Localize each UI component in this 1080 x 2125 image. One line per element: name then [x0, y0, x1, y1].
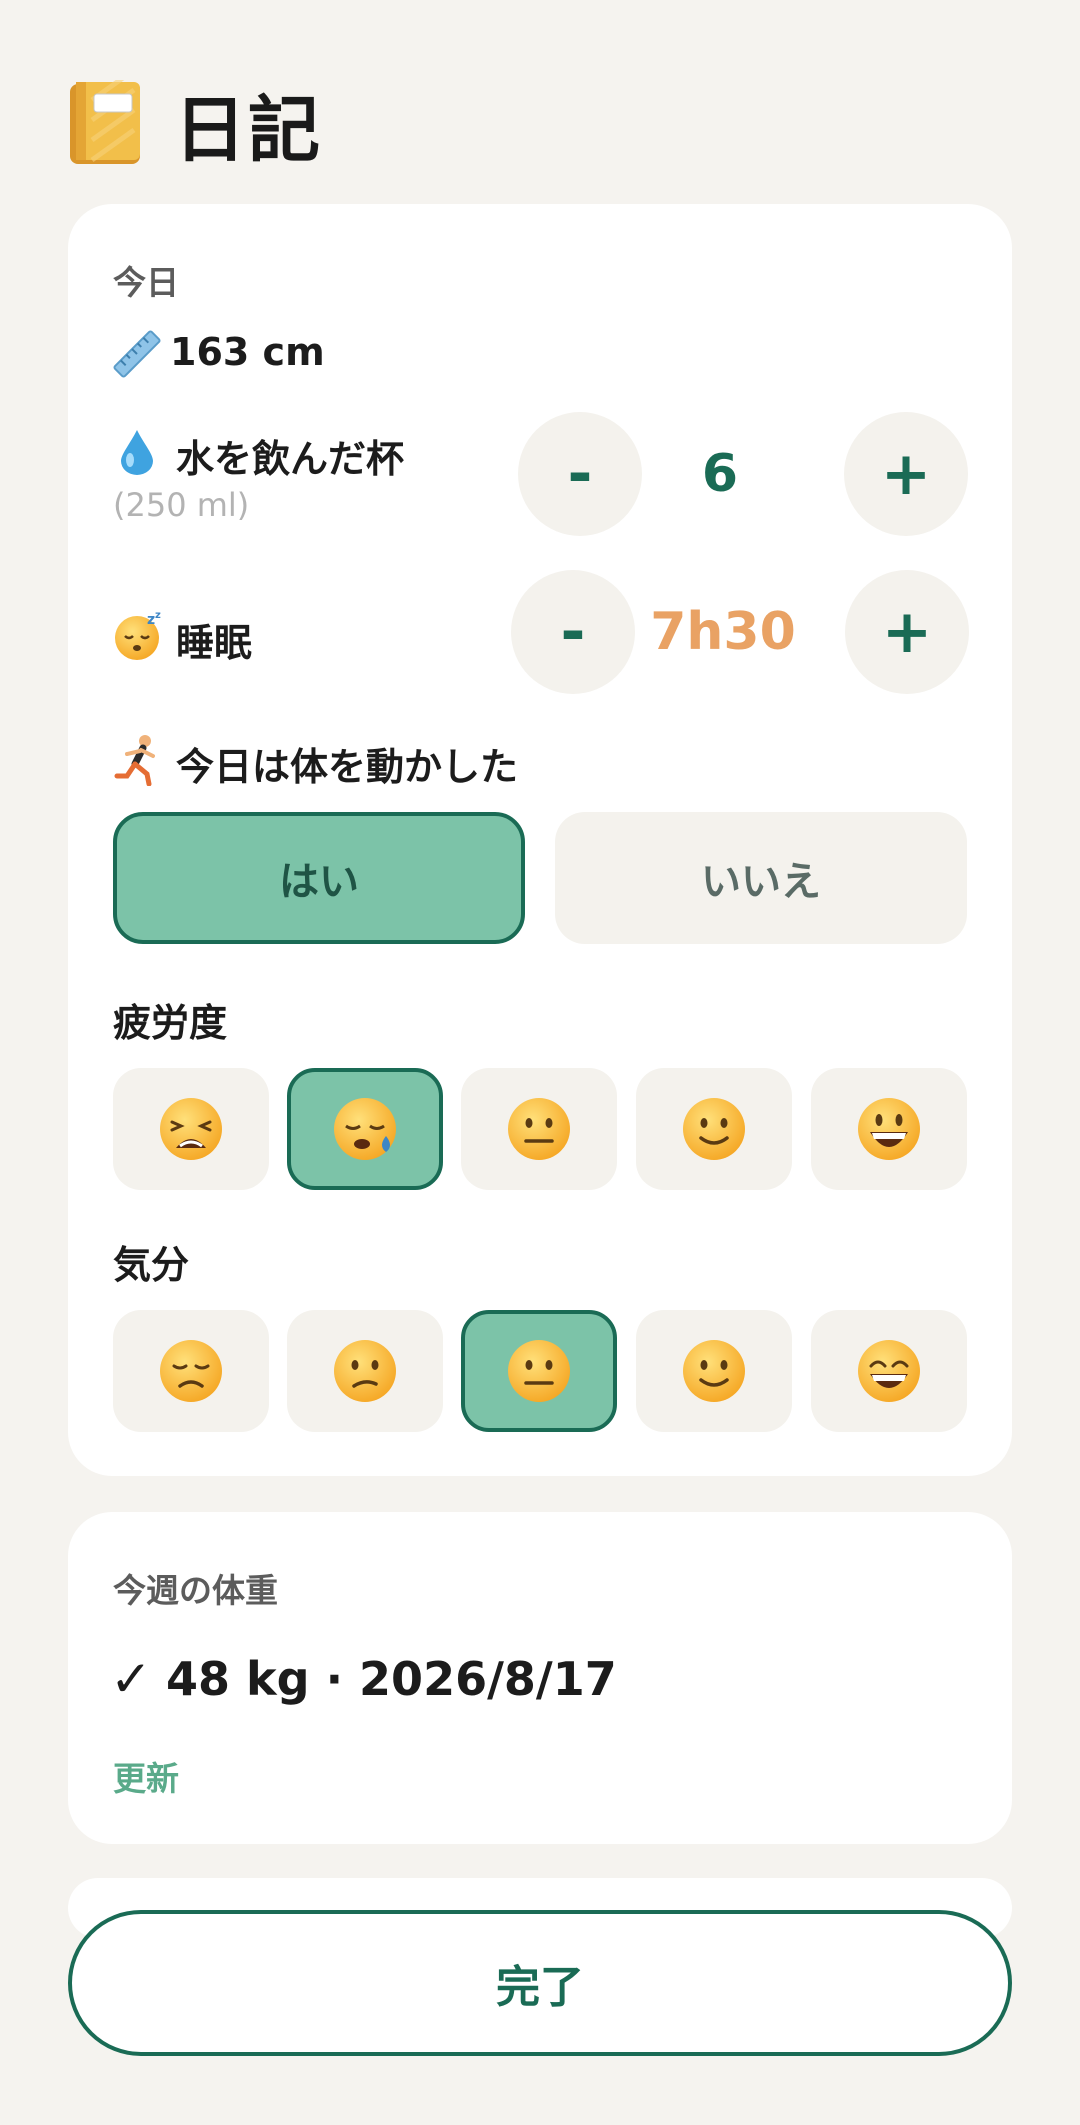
done-button[interactable]: 完了 [68, 1910, 1012, 2056]
checkmark-icon: ✓ [110, 1650, 152, 1708]
page-header: 日記 [68, 67, 322, 172]
weekly-weight-card: 今週の体重 ✓ 48 kg · 2026/8/17 更新 [68, 1512, 1012, 1844]
today-section-label: 今日 [113, 263, 179, 302]
confused-face-icon [334, 1340, 396, 1402]
fatigue-option-5[interactable] [811, 1068, 967, 1190]
height-value: 163 cm [170, 330, 325, 374]
neutral-face-icon [508, 1340, 570, 1402]
svg-text:z: z [147, 612, 155, 628]
slightly-smiling-face-icon [683, 1098, 745, 1160]
water-increment-button[interactable]: + [844, 412, 968, 536]
water-label: 水を飲んだ杯 [176, 437, 405, 481]
mood-options [113, 1310, 967, 1432]
exercise-label: 今日は体を動かした [176, 745, 519, 789]
neutral-face-icon [508, 1098, 570, 1160]
runner-icon [113, 734, 163, 787]
sleeping-face-icon: z z [113, 610, 165, 662]
sleep-label: 睡眠 [176, 621, 253, 665]
weary-face-icon [160, 1098, 222, 1160]
sleep-decrement-button[interactable]: - [511, 570, 635, 694]
mood-option-5[interactable] [811, 1310, 967, 1432]
water-sublabel: (250 ml) [113, 486, 250, 524]
grinning-face-icon [858, 1098, 920, 1160]
today-card: 今日 163 cm 水を飲んだ杯 (250 ml) - 6 + z z 睡眠 -… [68, 204, 1012, 1476]
ruler-icon [113, 330, 161, 378]
sleep-increment-button[interactable]: + [845, 570, 969, 694]
update-weight-link[interactable]: 更新 [113, 1752, 179, 1800]
fatigue-options [113, 1068, 967, 1190]
page-title: 日記 [174, 87, 323, 172]
disappointed-face-icon [160, 1340, 222, 1402]
exercise-yes-button[interactable]: はい [113, 812, 525, 944]
water-count-value: 6 [701, 444, 739, 504]
mood-label: 気分 [113, 1243, 190, 1287]
droplet-icon [118, 428, 156, 476]
svg-text:z: z [155, 610, 161, 621]
fatigue-option-1[interactable] [113, 1068, 269, 1190]
mood-option-2[interactable] [287, 1310, 443, 1432]
mood-option-4[interactable] [636, 1310, 792, 1432]
water-decrement-button[interactable]: - [518, 412, 642, 536]
beaming-face-icon [858, 1340, 920, 1402]
exercise-no-button[interactable]: いいえ [555, 812, 967, 944]
fatigue-label: 疲労度 [113, 1001, 228, 1045]
weight-value: 48 kg · 2026/8/17 [166, 1652, 617, 1706]
fatigue-option-2[interactable] [287, 1068, 443, 1190]
mood-option-1[interactable] [113, 1310, 269, 1432]
notebook-icon [68, 67, 146, 166]
slightly-smiling-face-icon [683, 1340, 745, 1402]
weight-section-label: 今週の体重 [113, 1571, 278, 1610]
sleepy-face-icon [334, 1098, 396, 1160]
fatigue-option-4[interactable] [636, 1068, 792, 1190]
fatigue-option-3[interactable] [461, 1068, 617, 1190]
sleep-duration-value: 7h30 [650, 602, 796, 662]
mood-option-3[interactable] [461, 1310, 617, 1432]
